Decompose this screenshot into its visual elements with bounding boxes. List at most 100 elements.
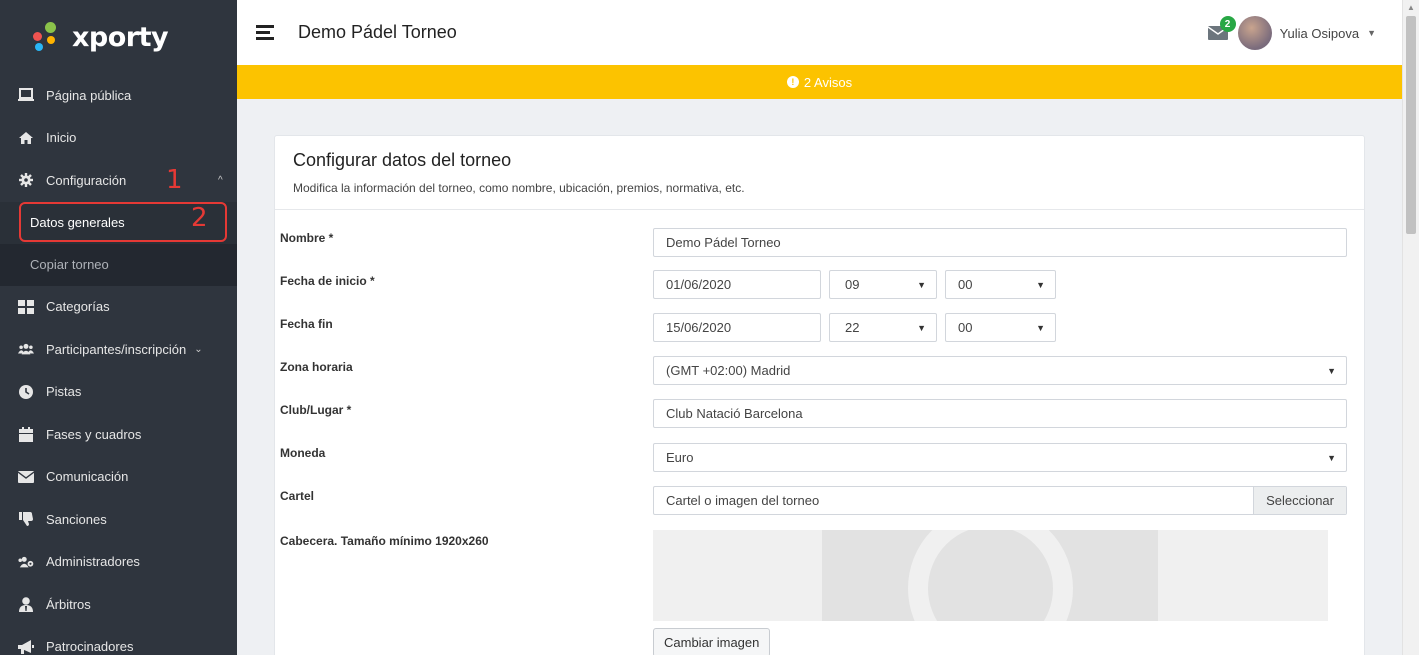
header: Demo Pádel Torneo 2 Yulia Osipova ▼ bbox=[237, 0, 1402, 65]
sidebar-item-home[interactable]: Inicio bbox=[0, 117, 237, 160]
chevron-down-icon: ⌄ bbox=[194, 343, 203, 355]
start-minute-select[interactable]: 00 ▼ bbox=[945, 270, 1056, 299]
timezone-select[interactable]: (GMT +02:00) Madrid ▼ bbox=[653, 356, 1347, 385]
sidebar-item-label: Configuración bbox=[46, 172, 127, 188]
name-label: Nombre * bbox=[280, 231, 334, 245]
sidebar-item-referees[interactable]: Árbitros bbox=[0, 583, 237, 626]
user-name[interactable]: Yulia Osipova bbox=[1280, 26, 1360, 41]
scroll-thumb[interactable] bbox=[1406, 16, 1416, 234]
poster-placeholder: Cartel o imagen del torneo bbox=[666, 493, 820, 508]
thumbs-down-icon bbox=[18, 511, 34, 527]
change-image-button[interactable]: Cambiar imagen bbox=[653, 628, 771, 655]
select-arrow-icon: ▼ bbox=[917, 322, 926, 333]
select-arrow-icon: ▼ bbox=[1327, 365, 1336, 376]
warnings-bar[interactable]: ! 2 Avisos bbox=[237, 65, 1402, 99]
header-image-preview bbox=[653, 530, 1328, 621]
club-value: Club Natació Barcelona bbox=[666, 406, 803, 421]
sidebar-item-public-page[interactable]: Página pública bbox=[0, 74, 237, 117]
card-subtitle: Modifica la información del torneo, como… bbox=[293, 181, 745, 195]
sidebar-item-courts[interactable]: Pistas bbox=[0, 371, 237, 414]
end-date-value: 15/06/2020 bbox=[666, 320, 732, 335]
calendar-icon bbox=[18, 426, 34, 442]
name-value: Demo Pádel Torneo bbox=[666, 235, 781, 250]
annotation-step-2: 2 bbox=[191, 203, 208, 233]
sidebar-subitem-label: Copiar torneo bbox=[30, 257, 109, 272]
end-hour-value: 22 bbox=[845, 320, 860, 335]
annotation-step-1: 1 bbox=[166, 165, 183, 195]
select-arrow-icon: ▼ bbox=[1327, 452, 1336, 463]
page-title: Demo Pádel Torneo bbox=[298, 22, 457, 42]
user-menu[interactable]: 2 Yulia Osipova ▼ bbox=[1207, 16, 1376, 50]
clock-icon bbox=[18, 384, 34, 400]
sidebar-item-sanctions[interactable]: Sanciones bbox=[0, 498, 237, 541]
alert-icon: ! bbox=[786, 76, 799, 88]
sidebar-item-label: Inicio bbox=[46, 130, 77, 146]
currency-select[interactable]: Euro ▼ bbox=[653, 443, 1347, 472]
user-tie-icon bbox=[18, 596, 34, 612]
sidebar-item-sponsors[interactable]: Patrocinadores bbox=[0, 626, 237, 655]
start-date-input[interactable]: 01/06/2020 bbox=[653, 270, 821, 299]
select-arrow-icon: ▼ bbox=[1036, 322, 1045, 333]
caret-down-icon[interactable]: ▼ bbox=[1367, 28, 1376, 38]
sidebar-item-label: Comunicación bbox=[46, 469, 129, 485]
grid-icon bbox=[18, 299, 34, 315]
end-hour-select[interactable]: 22 ▼ bbox=[829, 313, 937, 342]
scroll-up-icon[interactable]: ▲ bbox=[1407, 3, 1415, 12]
club-label: Club/Lugar * bbox=[280, 403, 352, 417]
sidebar-item-administrators[interactable]: Administradores bbox=[0, 541, 237, 584]
sidebar-item-label: Administradores bbox=[46, 554, 140, 570]
currency-value: Euro bbox=[666, 450, 694, 465]
sidebar-item-label: Patrocinadores bbox=[46, 639, 134, 655]
sidebar-item-label: Fases y cuadros bbox=[46, 426, 142, 442]
users-icon bbox=[18, 341, 34, 357]
start-date-label: Fecha de inicio * bbox=[280, 274, 375, 288]
header-image-label: Cabecera. Tamaño mínimo 1920x260 bbox=[280, 534, 489, 548]
warnings-text[interactable]: 2 Avisos bbox=[804, 75, 852, 90]
sidebar-item-label: Sanciones bbox=[46, 511, 107, 527]
messages-button[interactable]: 2 bbox=[1207, 16, 1236, 42]
start-hour-value: 09 bbox=[845, 277, 860, 292]
sidebar-item-label: Página pública bbox=[46, 87, 132, 103]
club-input[interactable]: Club Natació Barcelona bbox=[653, 399, 1347, 428]
menu-toggle-icon[interactable] bbox=[256, 22, 274, 43]
select-file-button[interactable]: Seleccionar bbox=[1253, 487, 1346, 514]
image-placeholder-icon bbox=[822, 530, 1158, 621]
tournament-settings-card: Configurar datos del torneo Modifica la … bbox=[274, 135, 1365, 655]
logo-dots-icon bbox=[30, 22, 64, 52]
sidebar-item-label: Categorías bbox=[46, 299, 110, 315]
sidebar-item-participants[interactable]: Participantes/inscripción ⌄ bbox=[0, 328, 237, 371]
sidebar: xporty Página pública Inicio Configuraci… bbox=[0, 0, 237, 655]
envelope-icon bbox=[18, 469, 34, 485]
megaphone-icon bbox=[18, 639, 34, 655]
messages-count-badge: 2 bbox=[1219, 16, 1236, 32]
home-icon bbox=[18, 130, 34, 146]
sidebar-subitem-copy-tournament[interactable]: Copiar torneo bbox=[0, 244, 237, 286]
start-date-value: 01/06/2020 bbox=[666, 277, 732, 292]
users-cog-icon bbox=[18, 554, 34, 570]
end-date-input[interactable]: 15/06/2020 bbox=[653, 313, 821, 342]
currency-label: Moneda bbox=[280, 446, 326, 460]
card-header: Configurar datos del torneo Modifica la … bbox=[275, 136, 1364, 210]
timezone-value: (GMT +02:00) Madrid bbox=[666, 363, 791, 378]
poster-file-input[interactable]: Cartel o imagen del torneo Seleccionar bbox=[653, 486, 1347, 515]
sidebar-item-categories[interactable]: Categorías bbox=[0, 286, 237, 329]
avatar[interactable] bbox=[1237, 16, 1272, 50]
end-minute-select[interactable]: 00 ▼ bbox=[945, 313, 1056, 342]
start-minute-value: 00 bbox=[958, 277, 973, 292]
select-arrow-icon: ▼ bbox=[1036, 279, 1045, 290]
sidebar-item-communication[interactable]: Comunicación bbox=[0, 456, 237, 499]
start-hour-select[interactable]: 09 ▼ bbox=[829, 270, 937, 299]
page-scrollbar[interactable]: ▲ bbox=[1402, 0, 1419, 655]
sidebar-item-label: Árbitros bbox=[46, 596, 91, 612]
timezone-label: Zona horaria bbox=[280, 360, 353, 374]
sidebar-item-phases[interactable]: Fases y cuadros bbox=[0, 413, 237, 456]
sidebar-item-configuration[interactable]: Configuración ^ bbox=[0, 159, 237, 202]
brand-logo[interactable]: xporty bbox=[0, 0, 237, 74]
laptop-icon bbox=[18, 87, 34, 103]
sidebar-item-label: Pistas bbox=[46, 384, 82, 400]
end-minute-value: 00 bbox=[958, 320, 973, 335]
card-title: Configurar datos del torneo bbox=[293, 150, 512, 170]
chevron-up-icon: ^ bbox=[218, 174, 223, 186]
name-input[interactable]: Demo Pádel Torneo bbox=[653, 228, 1347, 257]
select-arrow-icon: ▼ bbox=[917, 279, 926, 290]
